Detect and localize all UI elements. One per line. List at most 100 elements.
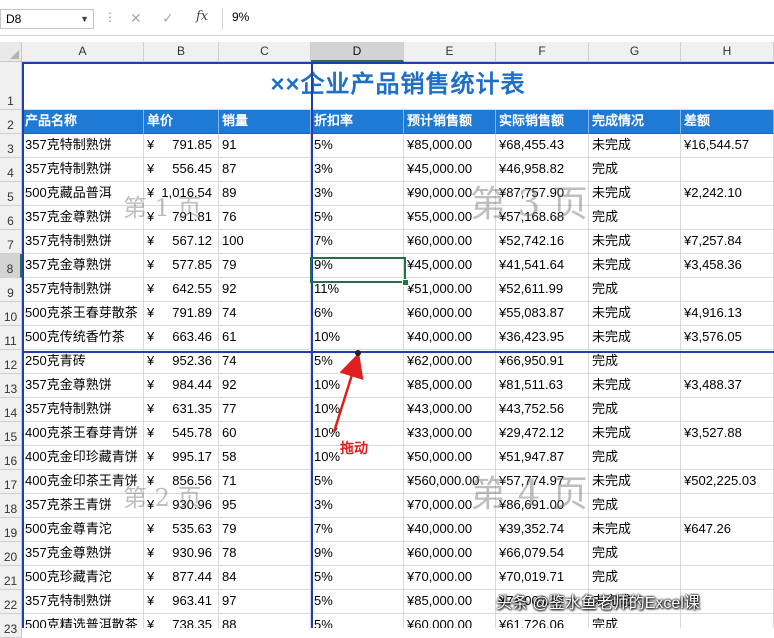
cell-f3[interactable]: ¥68,455.43 <box>496 134 589 158</box>
cell-b4[interactable]: ¥556.45 <box>144 158 219 182</box>
cell-a11[interactable]: 500克传统香竹茶 <box>22 326 144 350</box>
cell-c7[interactable]: 100 <box>219 230 311 254</box>
cell-b5[interactable]: ¥1,016.54 <box>144 182 219 206</box>
row-header-1[interactable]: 1 <box>0 62 22 110</box>
cell-h8[interactable]: ¥3,458.36 <box>681 254 774 278</box>
row-header-14[interactable]: 14 <box>0 398 22 422</box>
column-header-f[interactable]: F <box>496 42 589 62</box>
cell-b8[interactable]: ¥577.85 <box>144 254 219 278</box>
cell-d8[interactable]: 9% <box>311 254 404 278</box>
cell-h7[interactable]: ¥7,257.84 <box>681 230 774 254</box>
row-header-18[interactable]: 18 <box>0 494 22 518</box>
cell-e17[interactable]: ¥560,000.00 <box>404 470 496 494</box>
cell-g23[interactable]: 完成 <box>589 614 681 628</box>
cell-b14[interactable]: ¥631.35 <box>144 398 219 422</box>
column-header-h[interactable]: H <box>681 42 774 62</box>
cell-c8[interactable]: 79 <box>219 254 311 278</box>
cell-e9[interactable]: ¥51,000.00 <box>404 278 496 302</box>
row-header-17[interactable]: 17 <box>0 470 22 494</box>
cell-a22[interactable]: 357克特制熟饼 <box>22 590 144 614</box>
cell-b19[interactable]: ¥535.63 <box>144 518 219 542</box>
cell-e8[interactable]: ¥45,000.00 <box>404 254 496 278</box>
cell-e23[interactable]: ¥60,000.00 <box>404 614 496 628</box>
cell-d3[interactable]: 5% <box>311 134 404 158</box>
cell-c12[interactable]: 74 <box>219 350 311 374</box>
cell-f10[interactable]: ¥55,083.87 <box>496 302 589 326</box>
cell-h11[interactable]: ¥3,576.05 <box>681 326 774 350</box>
cell-a20[interactable]: 357克金尊熟饼 <box>22 542 144 566</box>
cell-b17[interactable]: ¥856.56 <box>144 470 219 494</box>
row-header-9[interactable]: 9 <box>0 278 22 302</box>
cell-d7[interactable]: 7% <box>311 230 404 254</box>
insert-function-icon[interactable]: fx <box>196 9 208 24</box>
cell-d18[interactable]: 3% <box>311 494 404 518</box>
cell-a7[interactable]: 357克特制熟饼 <box>22 230 144 254</box>
cell-a21[interactable]: 500克珍藏青沱 <box>22 566 144 590</box>
cell-a10[interactable]: 500克茶王春芽散茶 <box>22 302 144 326</box>
row-header-20[interactable]: 20 <box>0 542 22 566</box>
cell-a18[interactable]: 357克茶王青饼 <box>22 494 144 518</box>
cell-h13[interactable]: ¥3,488.37 <box>681 374 774 398</box>
cell-d13[interactable]: 10% <box>311 374 404 398</box>
cell-g16[interactable]: 完成 <box>589 446 681 470</box>
cell-g20[interactable]: 完成 <box>589 542 681 566</box>
cell-c17[interactable]: 71 <box>219 470 311 494</box>
cell-b22[interactable]: ¥963.41 <box>144 590 219 614</box>
confirm-icon[interactable]: ✓ <box>162 10 174 27</box>
cell-b21[interactable]: ¥877.44 <box>144 566 219 590</box>
row-header-10[interactable]: 10 <box>0 302 22 326</box>
cell-g19[interactable]: 未完成 <box>589 518 681 542</box>
cell-e4[interactable]: ¥45,000.00 <box>404 158 496 182</box>
cell-f16[interactable]: ¥51,947.87 <box>496 446 589 470</box>
cell-c20[interactable]: 78 <box>219 542 311 566</box>
cell-g3[interactable]: 未完成 <box>589 134 681 158</box>
cell-e6[interactable]: ¥55,000.00 <box>404 206 496 230</box>
row-header-11[interactable]: 11 <box>0 326 22 350</box>
cell-b15[interactable]: ¥545.78 <box>144 422 219 446</box>
cell-c23[interactable]: 88 <box>219 614 311 628</box>
cell-d6[interactable]: 5% <box>311 206 404 230</box>
formula-input[interactable]: 9% <box>232 10 249 24</box>
cell-d14[interactable]: 10% <box>311 398 404 422</box>
cell-b9[interactable]: ¥642.55 <box>144 278 219 302</box>
row-header-21[interactable]: 21 <box>0 566 22 590</box>
cell-f13[interactable]: ¥81,511.63 <box>496 374 589 398</box>
cell-e20[interactable]: ¥60,000.00 <box>404 542 496 566</box>
cell-c15[interactable]: 60 <box>219 422 311 446</box>
cell-b12[interactable]: ¥952.36 <box>144 350 219 374</box>
cell-g15[interactable]: 未完成 <box>589 422 681 446</box>
cell-e11[interactable]: ¥40,000.00 <box>404 326 496 350</box>
cell-c11[interactable]: 61 <box>219 326 311 350</box>
select-all-corner[interactable] <box>0 42 22 62</box>
cell-a19[interactable]: 500克金尊青沱 <box>22 518 144 542</box>
cell-a13[interactable]: 357克金尊熟饼 <box>22 374 144 398</box>
cell-a9[interactable]: 357克特制熟饼 <box>22 278 144 302</box>
cell-h19[interactable]: ¥647.26 <box>681 518 774 542</box>
cell-b18[interactable]: ¥930.96 <box>144 494 219 518</box>
cell-e21[interactable]: ¥70,000.00 <box>404 566 496 590</box>
cell-e7[interactable]: ¥60,000.00 <box>404 230 496 254</box>
cell-g4[interactable]: 完成 <box>589 158 681 182</box>
cell-e22[interactable]: ¥85,000.00 <box>404 590 496 614</box>
cell-e13[interactable]: ¥85,000.00 <box>404 374 496 398</box>
cell-f4[interactable]: ¥46,958.82 <box>496 158 589 182</box>
cell-c5[interactable]: 89 <box>219 182 311 206</box>
cell-h3[interactable]: ¥16,544.57 <box>681 134 774 158</box>
cell-h15[interactable]: ¥3,527.88 <box>681 422 774 446</box>
cell-h23[interactable] <box>681 614 774 628</box>
cell-d11[interactable]: 10% <box>311 326 404 350</box>
header-cell-d[interactable]: 折扣率 <box>311 110 404 134</box>
cell-g7[interactable]: 未完成 <box>589 230 681 254</box>
column-header-a[interactable]: A <box>22 42 144 62</box>
row-header-23[interactable]: 23 <box>0 614 22 638</box>
header-cell-h[interactable]: 差额 <box>681 110 774 134</box>
cell-f19[interactable]: ¥39,352.74 <box>496 518 589 542</box>
cell-b6[interactable]: ¥791.81 <box>144 206 219 230</box>
cell-a3[interactable]: 357克特制熟饼 <box>22 134 144 158</box>
row-header-19[interactable]: 19 <box>0 518 22 542</box>
cell-c4[interactable]: 87 <box>219 158 311 182</box>
more-icon[interactable]: ⋮ <box>104 10 117 24</box>
cell-c16[interactable]: 58 <box>219 446 311 470</box>
row-header-16[interactable]: 16 <box>0 446 22 470</box>
column-header-g[interactable]: G <box>589 42 681 62</box>
